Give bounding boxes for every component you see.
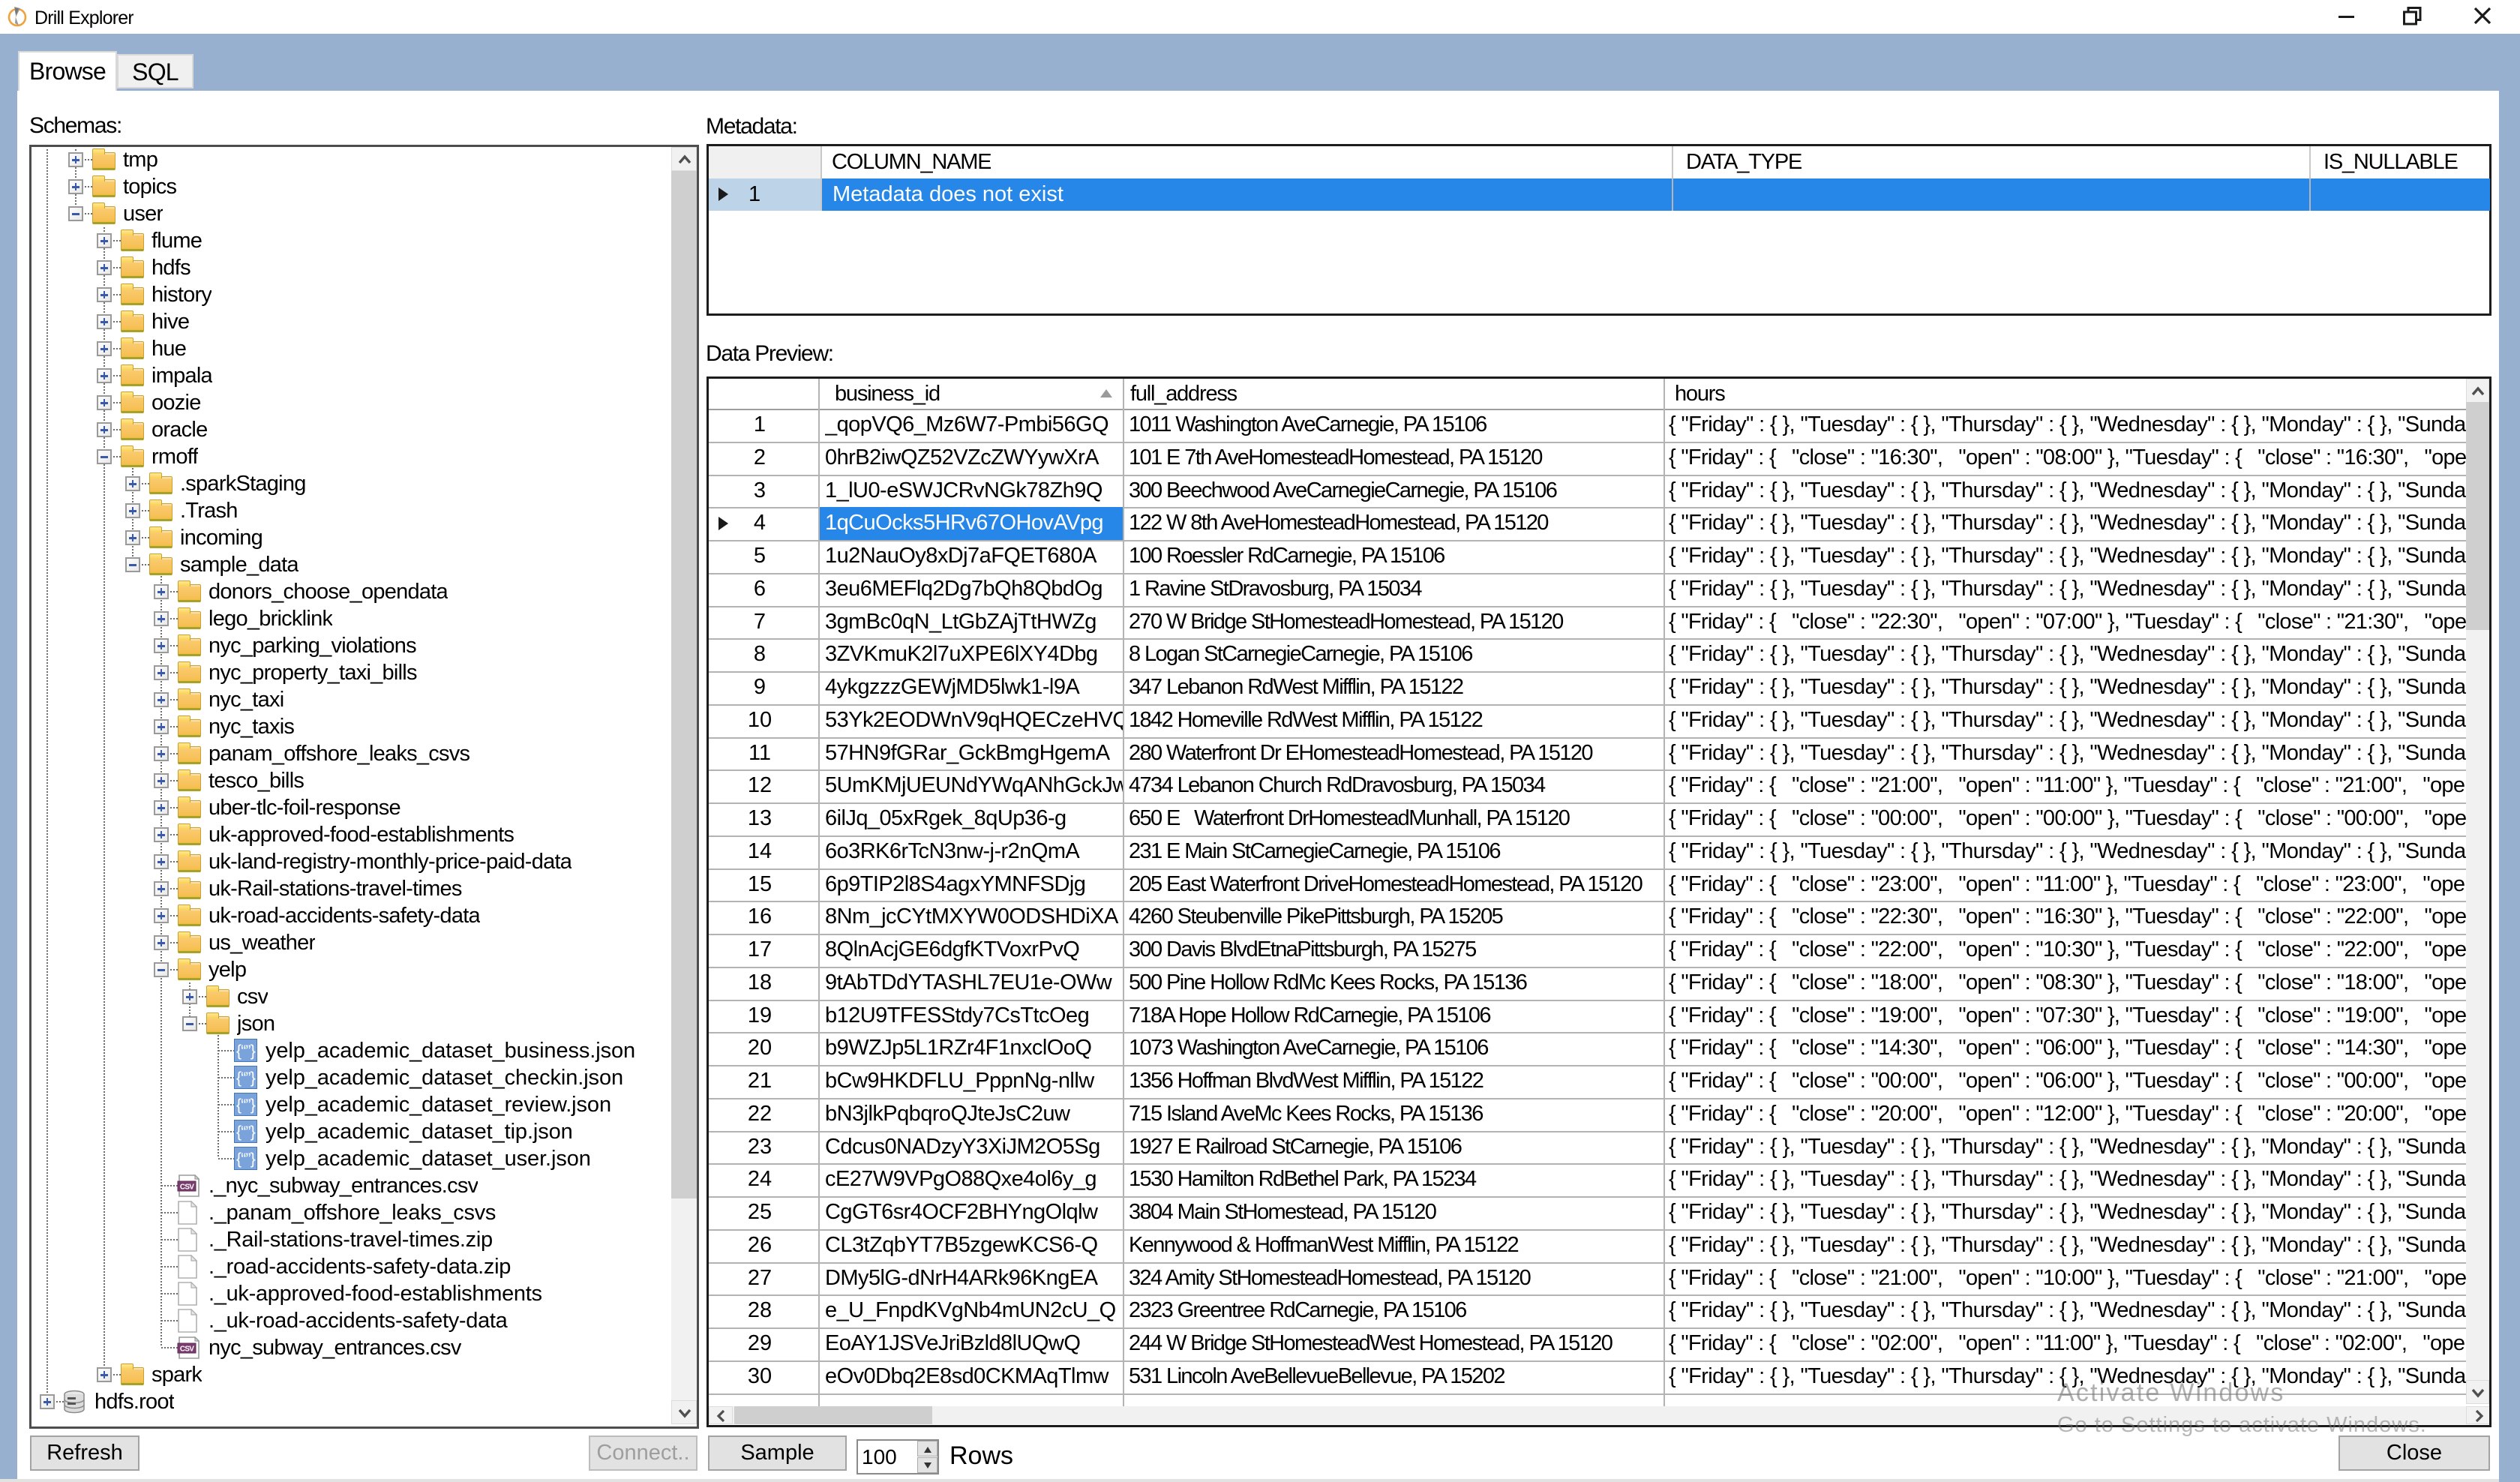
svg-text:{“”}: {“”} [236, 1042, 256, 1060]
svg-text:CSV: CSV [180, 1184, 194, 1192]
svg-text:{“”}: {“”} [236, 1150, 256, 1168]
svg-text:{“”}: {“”} [236, 1124, 256, 1141]
svg-text:{“”}: {“”} [236, 1070, 256, 1087]
svg-text:{“”}: {“”} [236, 1096, 256, 1114]
svg-text:CSV: CSV [180, 1346, 194, 1354]
